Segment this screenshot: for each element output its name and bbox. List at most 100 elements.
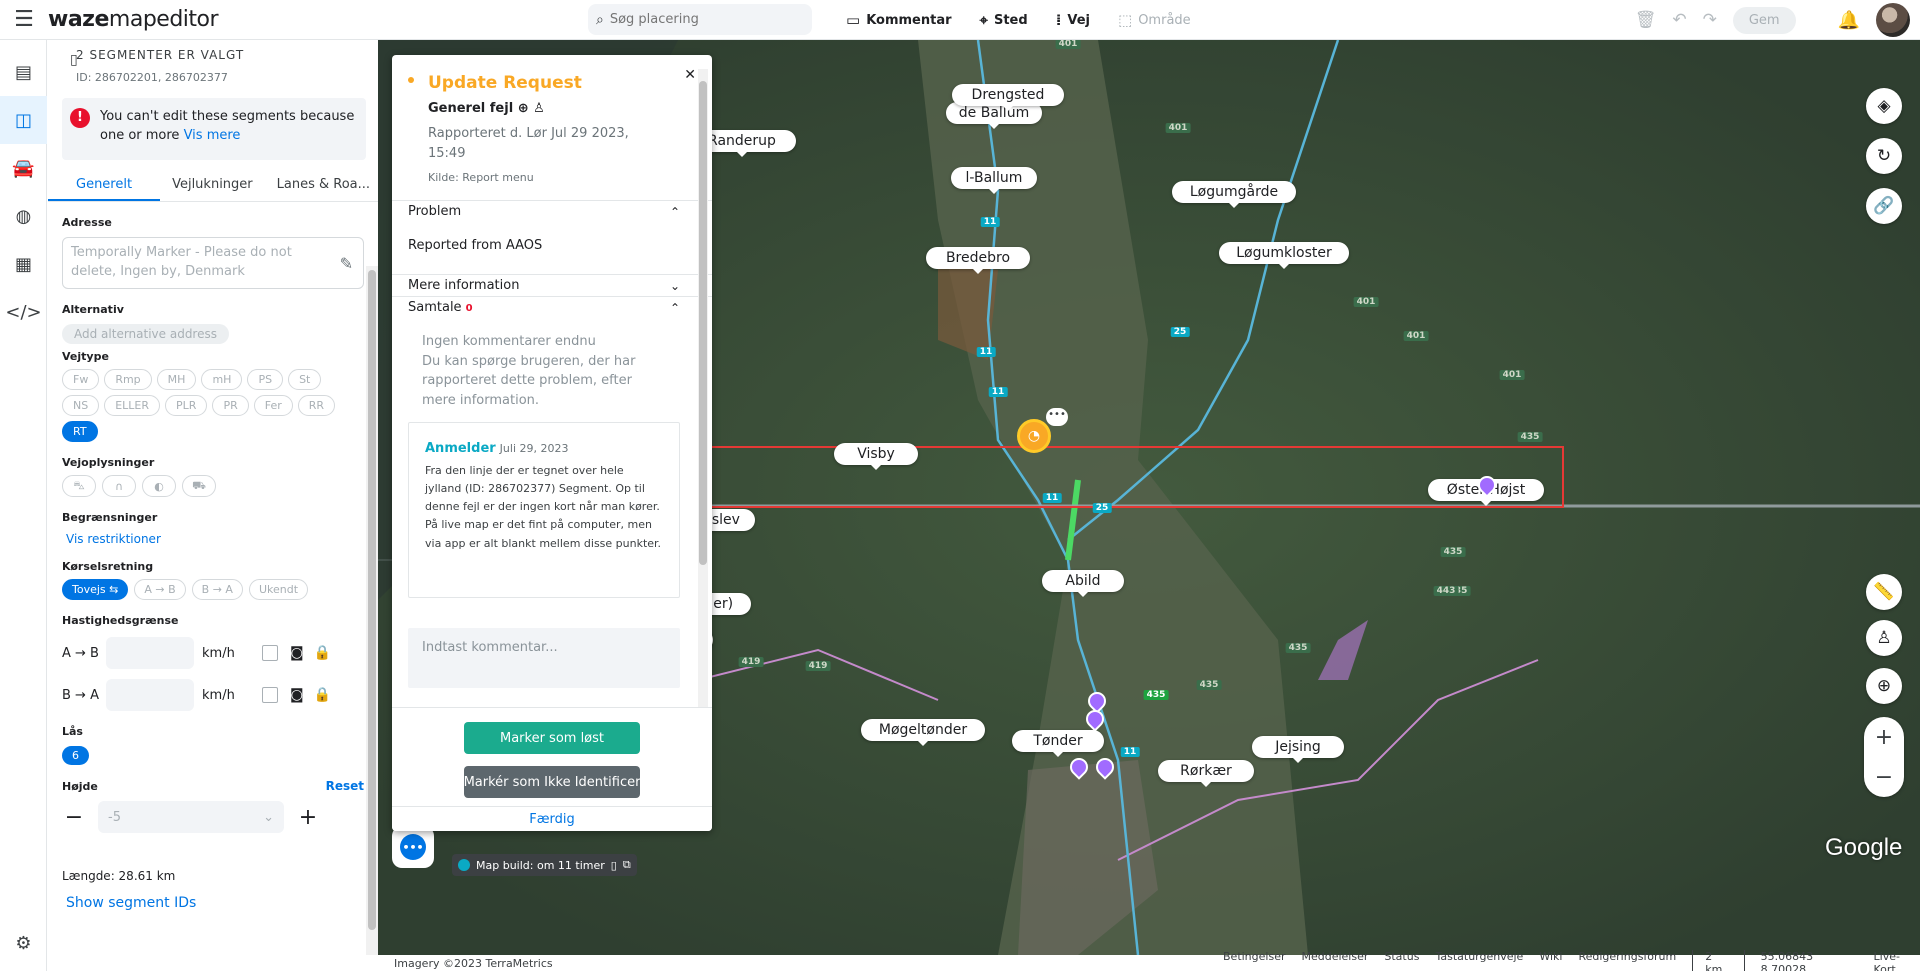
bell-icon[interactable]: 🔔 (1838, 10, 1860, 31)
ur-scrollbar[interactable] (698, 69, 708, 743)
trash-icon[interactable]: 🗑 (1635, 10, 1657, 30)
tunnel-icon[interactable]: ∩ (102, 475, 136, 497)
zoom-in-button[interactable]: + (1864, 717, 1904, 757)
place-label[interactable]: Visby (834, 443, 918, 470)
speed-camera-icon[interactable]: ◙ (290, 687, 304, 703)
comment-input[interactable]: Indtast kommentar... (408, 628, 680, 688)
speed-input-ba[interactable] (106, 679, 194, 711)
road-type-rmp[interactable]: Rmp (104, 369, 152, 390)
globe-icon[interactable]: ◍ (0, 192, 47, 240)
place-label[interactable]: Løgumkloster (1219, 242, 1349, 269)
lock-icon[interactable]: 🔒 (314, 645, 331, 661)
road-type-rt[interactable]: RT (62, 421, 98, 442)
road-type-pr[interactable]: PR (212, 395, 249, 416)
footer-link-forum[interactable]: Redigeringsforum (1578, 950, 1676, 971)
place-label[interactable]: Tønder (1012, 730, 1104, 757)
phone-icon[interactable]: ▯ (611, 859, 617, 872)
tool-comment[interactable]: ▭ Kommentar (846, 11, 952, 29)
calendar-icon[interactable]: ▦ (0, 240, 47, 288)
code-icon[interactable]: </> (0, 288, 47, 336)
zoom-out-button[interactable]: − (1864, 757, 1904, 797)
speed-camera-icon[interactable]: ◙ (290, 645, 304, 661)
footer-link-wiki[interactable]: Wiki (1539, 950, 1562, 971)
dashboard-icon[interactable]: ▤ (0, 48, 47, 96)
more-options-icon[interactable]: ••• (1046, 408, 1068, 426)
place-label[interactable]: Løgumgårde (1172, 181, 1296, 208)
pencil-icon[interactable]: ✎ (340, 252, 353, 275)
tool-place[interactable]: ⌖ Sted (980, 11, 1028, 29)
height-reset-link[interactable]: Reset (326, 779, 364, 793)
place-label[interactable]: Rørkær (1158, 760, 1254, 787)
layers-icon[interactable]: ◈ (1866, 88, 1902, 124)
show-segment-ids-link[interactable]: Show segment IDs (66, 895, 364, 911)
speed-input-ab[interactable] (106, 637, 194, 669)
footer-link-notices[interactable]: Meddelelser (1301, 950, 1368, 971)
ruler-icon[interactable]: 📏 (1866, 574, 1902, 610)
save-button[interactable]: Gem (1732, 6, 1796, 34)
mark-solved-button[interactable]: Marker som løst (464, 722, 640, 754)
road-type-ns[interactable]: NS (62, 395, 100, 416)
road-type-st[interactable]: St (288, 369, 322, 390)
lock-level-chip[interactable]: 6 (62, 746, 89, 765)
road-type-fer[interactable]: Fer (253, 395, 293, 416)
speed-verified-checkbox-ba[interactable] (262, 687, 278, 703)
direction-b-to-a[interactable]: B → A (191, 579, 243, 600)
direction-a-to-b[interactable]: A → B (134, 579, 186, 600)
footer-link-terms[interactable]: Betingelser (1223, 950, 1285, 971)
car-icon[interactable]: 🚘 (0, 144, 47, 192)
road-type-ps[interactable]: PS (247, 369, 284, 390)
crosshair-icon[interactable]: ⊕ (518, 101, 529, 116)
street-view-icon[interactable]: ♙ (1866, 620, 1902, 656)
headlights-icon[interactable]: ◐ (142, 475, 176, 497)
road-type-plr[interactable]: PLR (165, 395, 208, 416)
tab-lanes[interactable]: Lanes & Roa... (265, 177, 378, 201)
mark-not-identified-button[interactable]: Markér som Ikke Identificer (464, 766, 640, 798)
tab-general[interactable]: Generelt (48, 177, 161, 201)
undo-icon[interactable]: ↶ (1672, 10, 1686, 30)
place-label[interactable]: Abild (1042, 570, 1124, 597)
road-type-rr[interactable]: RR (297, 395, 336, 416)
done-button[interactable]: Færdig (392, 806, 712, 831)
user-icon[interactable]: ♙ (533, 101, 545, 116)
link-icon[interactable]: 🔗 (1866, 188, 1902, 224)
footer-link-shortcuts[interactable]: Tastaturgenveje (1435, 950, 1523, 971)
car-icon[interactable]: ⛍ (62, 475, 96, 497)
road-type-fw[interactable]: Fw (62, 369, 100, 390)
search-input[interactable] (609, 12, 790, 27)
tool-area[interactable]: ⬚ Område (1118, 11, 1191, 29)
road-type-eller[interactable]: ELLER (104, 395, 161, 416)
update-request-marker[interactable]: ◔ (1017, 419, 1051, 453)
locate-icon[interactable]: ⊕ (1866, 668, 1902, 704)
place-label[interactable]: Møgeltønder (861, 719, 985, 746)
redo-icon[interactable]: ↷ (1703, 10, 1717, 30)
place-label[interactable]: l-Ballum (951, 167, 1037, 194)
more-info-section-header[interactable]: Mere information ⌄ (392, 274, 712, 296)
show-restrictions-link[interactable]: Vis restriktioner (66, 532, 364, 546)
minus-icon[interactable]: − (62, 805, 86, 830)
direction-unknown[interactable]: Ukendt (248, 579, 309, 600)
footer-link-status[interactable]: Status (1384, 950, 1419, 971)
problem-section-header[interactable]: Problem ⌃ (392, 200, 712, 222)
chat-button[interactable]: ••• (392, 826, 434, 868)
panel-scrollbar[interactable] (366, 266, 378, 955)
avatar[interactable] (1876, 3, 1910, 37)
direction-two-way[interactable]: Tovejs ⇆ (62, 579, 129, 600)
external-link-icon[interactable]: ⧉ (623, 858, 631, 872)
road-type-mh-minor[interactable]: mH (201, 369, 243, 390)
gear-icon[interactable]: ⚙ (0, 923, 47, 963)
tab-closures[interactable]: Vejlukninger (160, 177, 265, 201)
height-select[interactable]: -5 ⌄ (98, 801, 284, 833)
place-label[interactable]: Drengsted (952, 84, 1064, 111)
search-box[interactable]: ⌕ (588, 4, 812, 35)
conversation-section-header[interactable]: Samtale 0 ⌃ (392, 296, 712, 318)
road-type-mh-major[interactable]: MH (156, 369, 197, 390)
add-alternative-address-button[interactable]: Add alternative address (62, 324, 229, 344)
plus-icon[interactable]: + (296, 805, 320, 830)
map-edit-icon[interactable]: ◫ (0, 96, 47, 144)
live-map-link[interactable]: Live-Kort (1874, 950, 1920, 971)
refresh-icon[interactable]: ↻ (1866, 138, 1902, 174)
tool-road[interactable]: ⁞ Vej (1056, 11, 1090, 29)
place-label[interactable]: Jejsing (1252, 736, 1344, 763)
speed-verified-checkbox-ab[interactable] (262, 645, 278, 661)
menu-icon[interactable]: ☰ (0, 0, 48, 40)
